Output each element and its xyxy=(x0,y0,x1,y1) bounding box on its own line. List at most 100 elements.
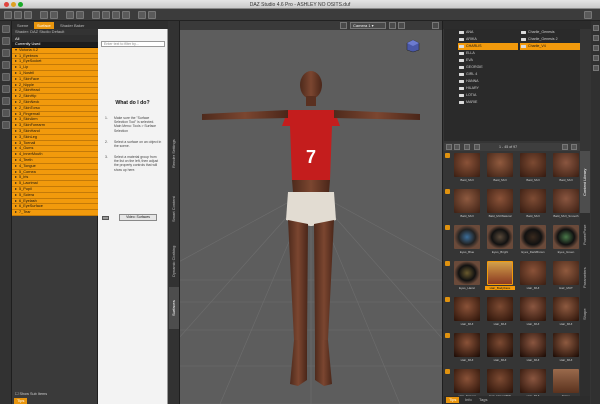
draw-style-icon[interactable] xyxy=(389,22,396,29)
tab-tips[interactable]: Tips xyxy=(14,398,28,404)
asset-thumbnail[interactable]: Hair_MUT xyxy=(551,261,581,296)
asset-thumbnail[interactable]: Baid_MUI xyxy=(518,153,548,188)
folder-item[interactable]: LOTIA xyxy=(458,92,518,99)
asset-thumbnail[interactable]: Bald_MUI_Smooth xyxy=(551,189,581,224)
pane-menu-icon[interactable] xyxy=(2,25,10,33)
asset-thumbnail[interactable]: Eyes_Blue xyxy=(445,225,482,260)
tab-content-library[interactable]: Content Library xyxy=(580,151,590,213)
refresh-icon[interactable] xyxy=(593,55,599,61)
asset-thumbnail[interactable]: Baid_MUI xyxy=(445,153,482,188)
asset-thumbnail[interactable]: Baid_MUI xyxy=(485,153,515,188)
tab-render-settings[interactable]: Render Settings xyxy=(169,125,179,183)
viewport-options-icon[interactable] xyxy=(398,22,405,29)
folder-item[interactable]: Charlie_Genesis xyxy=(520,29,580,36)
help-icon[interactable] xyxy=(584,11,592,19)
tab-powerpose[interactable]: PowerPose xyxy=(580,213,590,257)
folder-item[interactable]: HILARY xyxy=(458,85,518,92)
tab-dynamic-clothing[interactable]: Dynamic Clothing xyxy=(169,235,179,287)
open-file-icon[interactable] xyxy=(14,11,22,19)
remove-item-icon[interactable] xyxy=(2,49,10,57)
forward-icon[interactable] xyxy=(454,144,460,150)
folder-item[interactable]: HANNA xyxy=(458,78,518,85)
folder-item[interactable]: GIRL 4 xyxy=(458,71,518,78)
folder-item[interactable]: ELLA xyxy=(458,50,518,57)
viewport-3d[interactable]: Camera 1 ▾ 7 xyxy=(180,21,442,404)
surface-selection-tool-icon[interactable] xyxy=(138,11,146,19)
tab-tips[interactable]: Tips xyxy=(446,397,460,403)
tab-tags[interactable]: Tags xyxy=(476,397,490,403)
back-icon[interactable] xyxy=(446,144,452,150)
viewport-menu-icon[interactable] xyxy=(432,22,439,29)
asset-thumbnail[interactable]: Hair_MUI xyxy=(485,297,515,332)
node-selection-tool-icon[interactable] xyxy=(148,11,156,19)
folder-item[interactable]: Charlie_Genesis 2 xyxy=(520,36,580,43)
asset-thumbnail[interactable]: Hair_MUI xyxy=(518,297,548,332)
filter-search-input[interactable]: Enter text to filter by... xyxy=(101,41,165,47)
side-tab-strip: Render Settings Smart Content Dynamic Cl… xyxy=(168,21,180,404)
filter-all[interactable]: All xyxy=(12,35,98,42)
asset-thumbnail[interactable]: Hair_MUI xyxy=(551,297,581,332)
camera-select[interactable]: Camera 1 ▾ xyxy=(350,22,386,29)
tab-parameters[interactable]: Parameters xyxy=(580,257,590,299)
pane-options-icon[interactable] xyxy=(593,25,599,31)
folder-item[interactable]: Charlie_V4 xyxy=(520,43,580,50)
asset-thumbnail[interactable]: Bald_MUI xyxy=(518,189,548,224)
tab-info[interactable]: Info xyxy=(462,397,475,403)
view-cube-icon[interactable] xyxy=(406,39,420,53)
asset-thumbnail[interactable]: Hair_MUI xyxy=(485,333,515,368)
figure-icon[interactable] xyxy=(2,109,10,117)
folder-item[interactable]: EVA xyxy=(458,57,518,64)
sort-icon[interactable] xyxy=(593,35,599,41)
asset-thumbnail[interactable]: Bald_MUINatural xyxy=(485,189,515,224)
home-icon[interactable] xyxy=(464,144,470,150)
asset-thumbnail[interactable]: Hair_MUI xyxy=(445,333,482,368)
save-icon[interactable] xyxy=(24,11,32,19)
undo-icon[interactable] xyxy=(40,11,48,19)
group-icon[interactable] xyxy=(2,61,10,69)
asset-thumbnail[interactable]: Eyes_Green xyxy=(551,225,581,260)
folder-item[interactable]: MARIE xyxy=(458,99,518,106)
asset-thumbnail[interactable]: Eyes_DarkBrown xyxy=(518,225,548,260)
tab-surfaces[interactable]: Surfaces xyxy=(169,287,179,329)
folder-item[interactable]: ANA xyxy=(458,29,518,36)
translate-tool-icon[interactable] xyxy=(102,11,110,19)
universal-tool-icon[interactable] xyxy=(92,11,100,19)
asset-thumbnail[interactable]: Hair_MUI xyxy=(551,333,581,368)
light-icon[interactable] xyxy=(2,85,10,93)
new-scene-icon[interactable] xyxy=(4,11,12,19)
folder-item[interactable]: CHARLIS xyxy=(458,43,518,50)
video-surfaces-button[interactable]: Video: Surfaces xyxy=(119,214,157,221)
folder-item[interactable]: GEORGIE xyxy=(458,64,518,71)
asset-thumbnail[interactable]: Hair_MUI xyxy=(445,297,482,332)
show-sub-items-checkbox[interactable]: ☐ Show Sub Items xyxy=(12,390,98,398)
redo-icon[interactable] xyxy=(50,11,58,19)
prev-page-icon[interactable] xyxy=(562,144,568,150)
scale-tool-icon[interactable] xyxy=(122,11,130,19)
camera-icon[interactable] xyxy=(2,73,10,81)
add-favorite-icon[interactable] xyxy=(593,65,599,71)
aux-view-icon[interactable] xyxy=(340,22,347,29)
asset-thumbnail[interactable]: Baid_MUI xyxy=(551,153,581,188)
tab-smart-content[interactable]: Smart Content xyxy=(169,183,179,235)
primitive-icon[interactable] xyxy=(2,97,10,105)
pose-icon[interactable] xyxy=(2,121,10,129)
asset-thumbnail[interactable]: Eyes_Hazel xyxy=(445,261,482,296)
tab-shape[interactable]: Shape xyxy=(580,299,590,329)
asset-thumbnail[interactable]: Bald_MUI xyxy=(445,189,482,224)
filter-icon[interactable] xyxy=(593,45,599,51)
render-settings-icon[interactable] xyxy=(76,11,84,19)
list-item[interactable]: ▸ 7_Tear xyxy=(12,210,98,216)
tab-scene[interactable]: Scene xyxy=(14,22,31,29)
asset-thumbnail-selected[interactable]: Hair_BodyFace xyxy=(485,261,515,296)
asset-thumbnail[interactable]: Eyes_Bright xyxy=(485,225,515,260)
folder-item[interactable]: ARIKA xyxy=(458,36,518,43)
rotate-tool-icon[interactable] xyxy=(112,11,120,19)
next-page-icon[interactable] xyxy=(571,144,577,150)
view-mode-icon[interactable] xyxy=(474,144,480,150)
render-icon[interactable] xyxy=(66,11,74,19)
asset-thumbnail[interactable]: Hair_MUI xyxy=(518,333,548,368)
tab-surface[interactable]: Surface xyxy=(34,22,54,29)
tab-shader-baker[interactable]: Shader Baker xyxy=(57,22,87,29)
asset-thumbnail[interactable]: Hair_MUI xyxy=(518,261,548,296)
add-item-icon[interactable] xyxy=(2,37,10,45)
